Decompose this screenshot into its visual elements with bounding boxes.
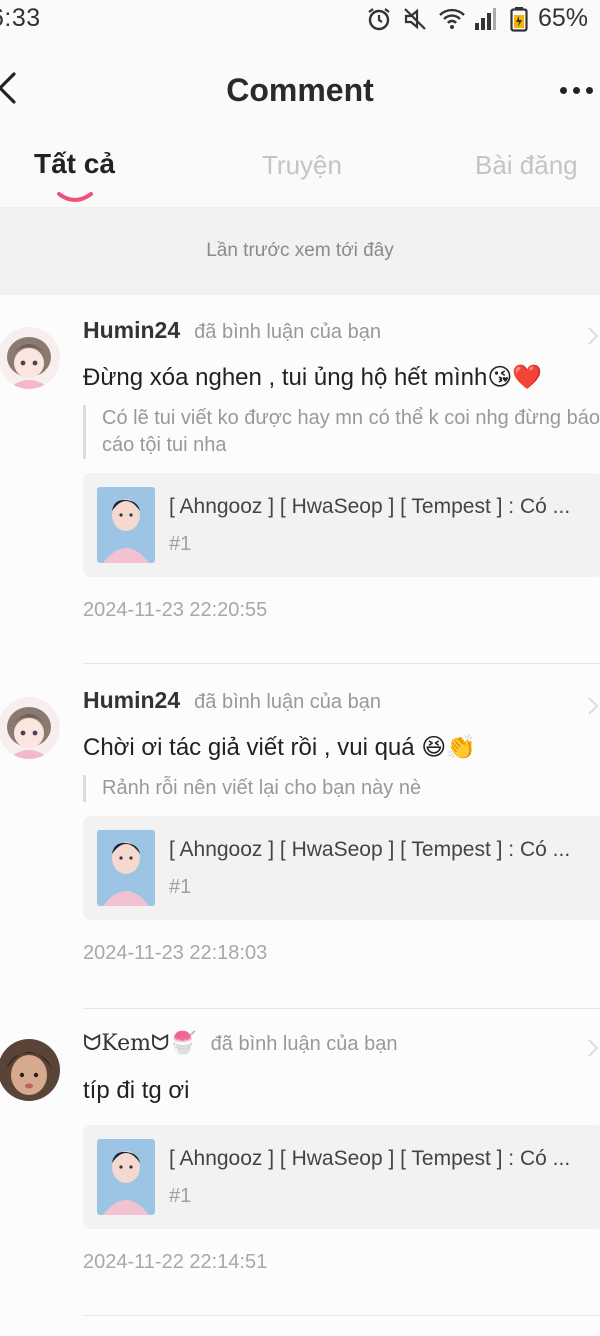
status-time: 6:33 [0,4,41,32]
comment-text: Chời ơi tác giả viết rồi , vui quá 😆👏 [83,734,477,761]
avatar[interactable] [0,327,60,389]
battery-percent: 65% [537,4,588,32]
divider [83,663,600,664]
story-cover [97,1139,155,1215]
list-item[interactable]: Humin24 đã bình luận của bạn Chời ơi tác… [0,665,600,1009]
battery-icon [510,6,528,32]
status-icons: 65% [366,4,588,33]
timestamp: 2024-11-23 22:20:55 [83,599,268,621]
wifi-icon [438,6,465,32]
timestamp: 2024-11-22 22:14:51 [83,1251,268,1273]
story-title: [ Ahngooz ] [ HwaSeop ] [ Tempest ] : Có… [169,838,571,861]
comment-text: típ đi tg ơi [83,1077,190,1104]
app-header: Comment [0,38,600,138]
story-card[interactable]: [ Ahngooz ] [ HwaSeop ] [ Tempest ] : Có… [83,1125,600,1229]
mute-icon [402,6,428,32]
tab-stories[interactable]: Truyện [262,150,342,181]
notification-list: Humin24 đã bình luận của bạn Đừng xóa ng… [0,295,600,1336]
username[interactable]: Humin24 [83,687,180,714]
quoted-comment: Rảnh rỗi nên viết lại cho bạn này nè [83,775,600,802]
timestamp: 2024-11-23 22:18:03 [83,942,268,964]
chapter-number: #1 [169,876,192,898]
page-title: Comment [226,72,374,108]
chapter-number: #1 [169,1185,192,1207]
quoted-comment: Có lẽ tui viết ko được hay mn có thể k c… [83,405,600,459]
comment-text: Đừng xóa nghen , tui ủng hộ hết mình😘❤️ [83,364,543,391]
avatar[interactable] [0,1039,60,1101]
last-viewed-banner: Lần trước xem tới đây [0,207,600,295]
chevron-right-icon [588,697,599,715]
story-title: [ Ahngooz ] [ HwaSeop ] [ Tempest ] : Có… [169,495,571,518]
tab-bar: Tất cả Truyện Bài đăng [0,140,600,206]
list-item[interactable]: Humin24 đã bình luận của bạn Đừng xóa ng… [0,295,600,665]
list-item[interactable]: ᗢKemᗢ🍧 đã bình luận của bạn típ đi tg ơi… [0,1009,600,1319]
more-options-icon[interactable] [560,82,600,98]
action-text: đã bình luận của bạn [194,321,381,343]
tab-posts[interactable]: Bài đăng [475,150,578,181]
chevron-right-icon [588,327,599,345]
active-tab-indicator [57,192,93,202]
story-cover [97,830,155,906]
story-title: [ Ahngooz ] [ HwaSeop ] [ Tempest ] : Có… [169,1147,571,1170]
username[interactable]: ᗢKemᗢ🍧 [83,1031,197,1056]
divider [83,1315,600,1316]
action-text: đã bình luận của bạn [210,1033,398,1055]
action-text: đã bình luận của bạn [194,691,381,713]
story-cover [97,487,155,563]
status-bar: 6:33 65% [0,0,600,38]
chevron-right-icon [588,1039,599,1057]
story-card[interactable]: [ Ahngooz ] [ HwaSeop ] [ Tempest ] : Có… [83,473,600,577]
story-card[interactable]: [ Ahngooz ] [ HwaSeop ] [ Tempest ] : Có… [83,816,600,920]
chapter-number: #1 [169,533,192,555]
signal-icon [474,6,500,32]
tab-all[interactable]: Tất cả [34,148,115,180]
alarm-icon [366,6,392,32]
avatar[interactable] [0,697,60,759]
username[interactable]: Humin24 [83,317,180,344]
